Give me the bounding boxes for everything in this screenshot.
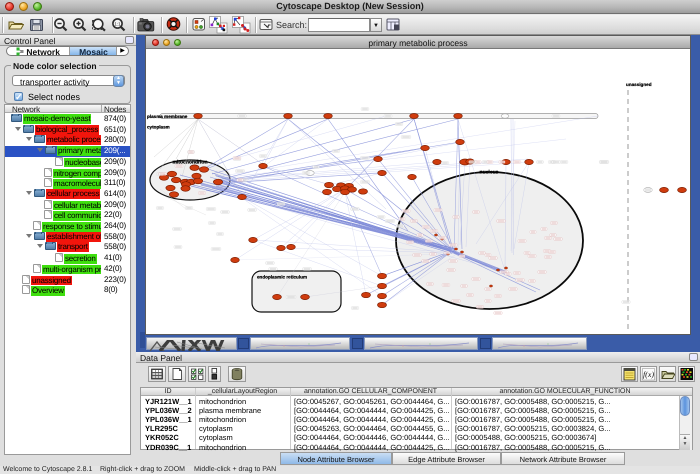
svg-text:plasma membrane: plasma membrane bbox=[147, 114, 188, 119]
svg-text:cytoplasm: cytoplasm bbox=[147, 125, 170, 130]
svg-text:1:1: 1:1 bbox=[114, 21, 121, 26]
svg-text:f(x): f(x) bbox=[643, 370, 654, 379]
svg-text:endoplasmic reticulum: endoplasmic reticulum bbox=[257, 275, 307, 280]
svg-text:nucleus: nucleus bbox=[480, 170, 499, 176]
svg-text:unassigned: unassigned bbox=[626, 82, 652, 87]
